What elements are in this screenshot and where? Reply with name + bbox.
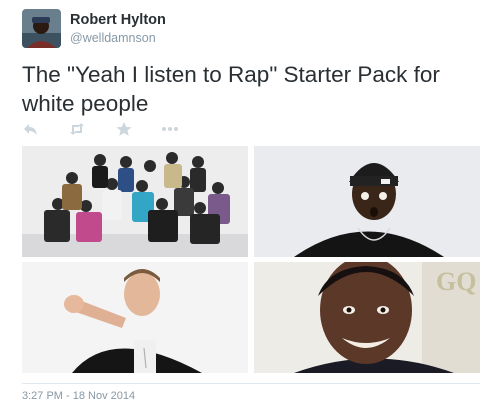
media-photo-group[interactable] xyxy=(22,146,248,257)
media-photo-beanie[interactable] xyxy=(254,146,480,257)
author-screen-name[interactable]: @welldamnson xyxy=(70,31,156,45)
divider xyxy=(22,383,480,384)
tweet-text: The "Yeah I listen to Rap" Starter Pack … xyxy=(22,62,440,116)
avatar-image xyxy=(22,9,61,48)
media-photo-pointing[interactable] xyxy=(22,262,248,373)
media-photo-smiling[interactable]: GQ xyxy=(254,262,480,373)
author-display-name[interactable]: Robert Hylton xyxy=(70,12,166,28)
retweet-icon[interactable] xyxy=(68,121,86,137)
favorite-star-icon[interactable] xyxy=(115,121,133,137)
tweet-timestamp[interactable]: 3:27 PM - 18 Nov 2014 xyxy=(22,390,135,402)
more-dots-icon[interactable] xyxy=(161,121,179,137)
reply-icon[interactable] xyxy=(22,121,40,137)
avatar[interactable] xyxy=(22,9,61,48)
svg-text:GQ: GQ xyxy=(436,267,476,296)
